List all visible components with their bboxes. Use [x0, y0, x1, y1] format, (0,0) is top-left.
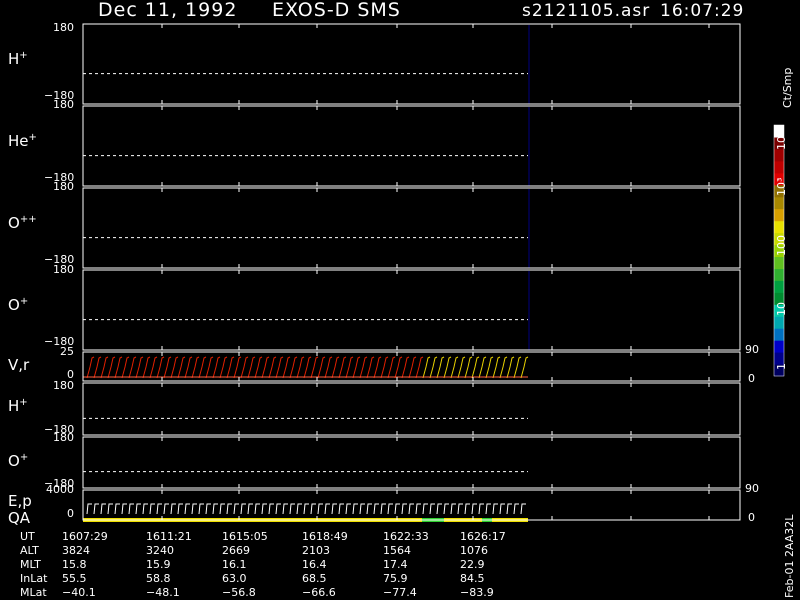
panel-bg — [83, 24, 740, 104]
heatmap-layer — [83, 24, 740, 522]
data-end-strip — [528, 25, 530, 104]
panel-bg — [83, 106, 740, 186]
data-end-strip — [528, 107, 530, 186]
spectrogram-chart — [82, 23, 785, 522]
panel-bg — [83, 188, 740, 268]
